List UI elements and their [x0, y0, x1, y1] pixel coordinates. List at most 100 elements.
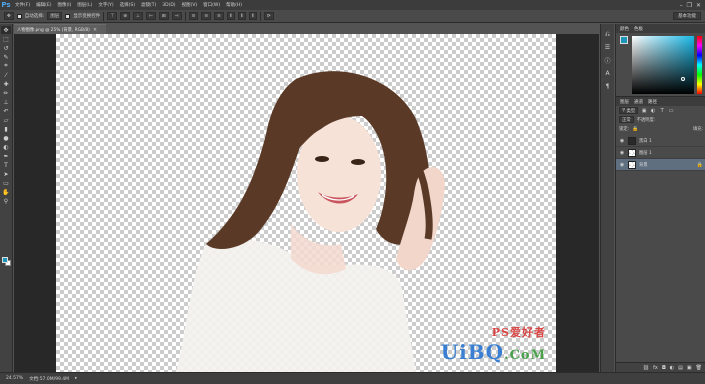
tab-swatches[interactable]: 色板: [634, 26, 643, 32]
layer-style-icon[interactable]: fx: [653, 365, 658, 371]
foreground-color-swatch[interactable]: [620, 36, 628, 44]
menu-3d[interactable]: 3D(D): [159, 3, 178, 8]
healing-icon: ✚: [3, 80, 9, 88]
minimize-icon[interactable]: –: [680, 2, 683, 9]
menu-filter[interactable]: 滤镜(T): [138, 2, 159, 8]
hand-tool[interactable]: ✋: [1, 188, 11, 196]
history-brush-tool[interactable]: ↶: [1, 107, 11, 115]
portrait-eye-left: [315, 156, 329, 162]
zoom-tool[interactable]: ⚲: [1, 197, 11, 205]
color-spectrum-field[interactable]: [632, 36, 694, 94]
layer-name: 黑白 1: [639, 138, 652, 144]
quick-select-tool[interactable]: ✎: [1, 53, 11, 61]
menu-file[interactable]: 文件(F): [12, 2, 33, 8]
foreground-color-swatch[interactable]: [2, 257, 8, 263]
pen-tool[interactable]: ✒: [1, 152, 11, 160]
paragraph-panel-icon[interactable]: ¶: [603, 82, 612, 91]
color-picker-ring[interactable]: [681, 77, 685, 81]
eye-icon[interactable]: ◉: [619, 138, 625, 144]
align-right-button[interactable]: ⊣: [171, 12, 182, 20]
move-tool[interactable]: ✥: [1, 26, 11, 34]
eye-icon[interactable]: ◉: [619, 150, 625, 156]
document-info[interactable]: 文档:57.0M/99.4M: [29, 376, 69, 382]
info-panel-icon[interactable]: ⓘ: [603, 56, 612, 65]
eyedropper-tool[interactable]: ⁄: [1, 71, 11, 79]
blend-mode-dropdown[interactable]: 正常: [619, 116, 634, 123]
filter-adjustment-icon[interactable]: ◐: [650, 108, 656, 114]
new-layer-icon[interactable]: ▣: [687, 365, 692, 371]
search-icon: ⚲: [622, 108, 626, 113]
gradient-tool[interactable]: ▮: [1, 125, 11, 133]
menu-edit[interactable]: 编辑(E): [33, 2, 54, 8]
layer-row-layer1[interactable]: ◉ 图层 1: [616, 147, 705, 159]
auto-select-checkbox[interactable]: [16, 13, 22, 19]
menu-window[interactable]: 窗口(W): [200, 2, 223, 8]
close-icon[interactable]: ✕: [696, 2, 701, 9]
crop-tool[interactable]: ⌗: [1, 62, 11, 70]
brush-tool[interactable]: ✏: [1, 89, 11, 97]
layer-row-background[interactable]: ◉ 背景 🔒: [616, 159, 705, 171]
distribute-center-button[interactable]: ⦀: [237, 12, 246, 20]
tab-paths[interactable]: 路径: [648, 99, 657, 105]
tool-preset-picker[interactable]: ✥: [4, 12, 14, 20]
distribute-top-button[interactable]: ≡: [188, 12, 199, 20]
type-tool[interactable]: T: [1, 161, 11, 169]
shape-tool[interactable]: ▭: [1, 179, 11, 187]
layer-filter-dropdown[interactable]: ⚲ 类型: [619, 107, 639, 114]
link-layers-icon[interactable]: ⛓: [643, 365, 649, 371]
character-panel-icon[interactable]: A: [603, 69, 612, 78]
menu-help[interactable]: 帮助(H): [223, 2, 245, 8]
lock-icon[interactable]: 🔒: [632, 126, 638, 132]
tab-color[interactable]: 颜色: [620, 26, 629, 32]
distribute-bottom-button[interactable]: ≡: [214, 12, 224, 20]
properties-panel-icon[interactable]: ☰: [603, 43, 612, 52]
tab-layers[interactable]: 图层: [620, 99, 629, 105]
filter-shape-icon[interactable]: ▭: [668, 108, 674, 114]
align-center-button[interactable]: ⊞: [158, 12, 169, 20]
layer-row-bw-adjustment[interactable]: ◉ 黑白 1: [616, 135, 705, 147]
adjustment-layer-icon[interactable]: ◐: [670, 365, 674, 371]
eraser-tool[interactable]: ▱: [1, 116, 11, 124]
menu-image[interactable]: 图像(I): [54, 2, 74, 8]
fill-label: 填充:: [692, 126, 703, 132]
filter-pixel-icon[interactable]: ▣: [641, 108, 647, 114]
align-middle-button[interactable]: ⊕: [120, 12, 131, 20]
zoom-level[interactable]: 24.57%: [6, 376, 23, 381]
canvas-area[interactable]: PS爱好者 UiBQ.CoM: [14, 34, 599, 372]
menu-type[interactable]: 文字(Y): [95, 2, 116, 8]
align-top-button[interactable]: ⊤: [107, 12, 118, 20]
tab-channels[interactable]: 通道: [634, 99, 643, 105]
new-group-icon[interactable]: ▤: [678, 365, 683, 371]
history-panel-icon[interactable]: ⎌: [603, 30, 612, 39]
path-select-tool[interactable]: ➤: [1, 170, 11, 178]
lasso-tool[interactable]: ↺: [1, 44, 11, 52]
distribute-right-button[interactable]: ⦀: [248, 12, 257, 20]
close-icon[interactable]: ×: [93, 27, 97, 33]
menu-layer[interactable]: 图层(L): [74, 2, 95, 8]
dodge-tool[interactable]: ◐: [1, 143, 11, 151]
healing-tool[interactable]: ✚: [1, 80, 11, 88]
workspace-dropdown[interactable]: 基本功能: [673, 12, 701, 20]
status-arrow-icon[interactable]: ▸: [75, 376, 77, 381]
menu-view[interactable]: 视图(V): [179, 2, 201, 8]
add-mask-icon[interactable]: ◘: [662, 365, 666, 371]
filter-type-icon[interactable]: T: [659, 108, 665, 114]
show-transform-checkbox[interactable]: [65, 13, 71, 19]
blur-tool[interactable]: ●: [1, 134, 11, 142]
align-bottom-button[interactable]: ⊥: [133, 12, 143, 20]
document-tab[interactable]: 人物图像.png @ 25% (背景, RGB/8) ×: [14, 24, 106, 34]
hue-slider[interactable]: [697, 36, 702, 94]
eye-icon[interactable]: ◉: [619, 162, 625, 168]
stamp-tool[interactable]: ⊥: [1, 98, 11, 106]
marquee-tool[interactable]: ⬚: [1, 35, 11, 43]
watermark: PS爱好者 UiBQ.CoM: [441, 324, 546, 364]
menu-select[interactable]: 选择(S): [117, 2, 138, 8]
trash-icon[interactable]: 🗑: [696, 365, 702, 371]
restore-icon[interactable]: ❐: [687, 2, 692, 9]
3d-mode-button[interactable]: ⟳: [263, 12, 274, 20]
distribute-middle-button[interactable]: ≡: [201, 12, 212, 20]
distribute-left-button[interactable]: ⦀: [226, 12, 235, 20]
auto-select-dropdown[interactable]: 图层: [47, 12, 63, 20]
align-left-button[interactable]: ⊢: [145, 12, 156, 20]
document-canvas[interactable]: PS爱好者 UiBQ.CoM: [56, 34, 556, 372]
